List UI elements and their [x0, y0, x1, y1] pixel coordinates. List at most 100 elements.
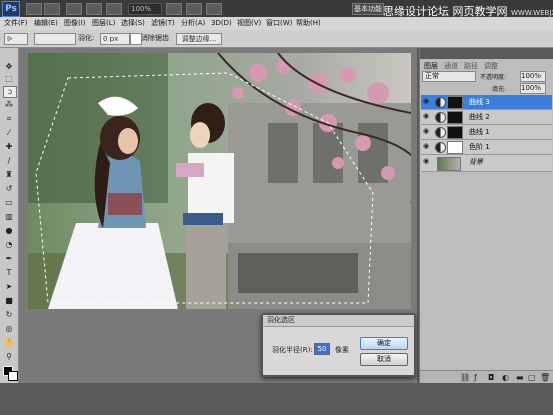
gradient-icon[interactable]: ▥ — [3, 212, 15, 222]
blend-mode-select[interactable]: 正常 — [422, 71, 476, 82]
document-image[interactable] — [28, 53, 411, 309]
visibility-eye-icon[interactable]: ◉ — [423, 158, 431, 165]
rotate-view-icon[interactable] — [166, 3, 182, 15]
menu-3d[interactable]: 3D(D) — [211, 17, 232, 30]
fill-input[interactable]: 100% — [520, 83, 546, 94]
feather-radius-input[interactable]: 50 — [314, 343, 330, 355]
lasso-icon[interactable]: ↄ — [3, 86, 17, 98]
layer-row[interactable]: ◉ 曲线 3 — [421, 95, 552, 110]
bridge-icon[interactable] — [26, 3, 42, 15]
eraser-icon[interactable]: ▭ — [3, 198, 15, 208]
menu-select[interactable]: 选择(S) — [121, 17, 145, 30]
blur-icon[interactable]: ● — [3, 226, 15, 236]
healing-icon[interactable]: ✚ — [3, 142, 15, 152]
layer-mask-thumbnail[interactable] — [447, 96, 463, 109]
visibility-eye-icon[interactable]: ◉ — [423, 113, 431, 120]
feather-input[interactable]: 0 px — [100, 33, 130, 45]
layer-row[interactable]: ◉ 色阶 1 — [421, 140, 552, 155]
options-bar: ᐅ 羽化: 0 px 消除锯齿 调整边缘... — [0, 30, 553, 48]
tools-panel: ✥ ⬚ ↄ ⁂ ⌗ ⁄ ✚ ∕ ♜ ↺ ▭ ▥ ● ◔ ✒ T ➤ ■ ↻ ◎ … — [0, 48, 19, 383]
menu-image[interactable]: 图像(I) — [64, 17, 86, 30]
menu-analysis[interactable]: 分析(A) — [181, 17, 205, 30]
layers-panel: 图层 通道 路径 调整 正常 不透明度: 100% 填充: 100% ◉ 曲线 … — [419, 48, 553, 384]
type-icon[interactable]: T — [3, 268, 15, 278]
feather-radius-label: 羽化半径(R): — [272, 346, 313, 354]
path-select-icon[interactable]: ➤ — [3, 282, 15, 292]
layer-name: 色阶 1 — [469, 143, 490, 151]
tab-layers[interactable]: 图层 — [424, 61, 438, 71]
layer-mask-thumbnail[interactable] — [447, 111, 463, 124]
menu-view[interactable]: 视图(V) — [237, 17, 261, 30]
pen-icon[interactable]: ✒ — [3, 254, 15, 264]
title-bar: Ps 100% 基本功能 思缘设计论坛 网页教学网 WWW.WEBJX.COM — [0, 0, 553, 18]
crop-icon[interactable]: ⌗ — [3, 114, 15, 124]
menu-bar: 文件(F) 编辑(E) 图像(I) 图层(L) 选择(S) 滤镜(T) 分析(A… — [0, 17, 553, 31]
opacity-input[interactable]: 100% — [520, 71, 546, 82]
fill-label: 填充: — [492, 86, 507, 93]
hand-icon[interactable]: ✋ — [3, 338, 15, 348]
screen-mode-icon[interactable] — [206, 3, 222, 15]
arrange-documents-icon[interactable] — [186, 3, 202, 15]
dodge-icon[interactable]: ◔ — [3, 240, 15, 250]
3d-orbit-icon[interactable]: ◎ — [3, 324, 15, 334]
marquee-icon[interactable]: ⬚ — [3, 74, 15, 84]
menu-filter[interactable]: 滤镜(T) — [151, 17, 175, 30]
workspace-switcher[interactable]: 基本功能 — [352, 3, 384, 15]
status-area — [0, 383, 553, 415]
quick-select-icon[interactable]: ⁂ — [3, 100, 15, 110]
layer-row[interactable]: ◉ 背景 — [421, 155, 552, 172]
cancel-button[interactable]: 取消 — [360, 353, 408, 366]
photoshop-logo: Ps — [2, 1, 20, 17]
curves-adjustment-icon — [435, 127, 446, 138]
tab-channels[interactable]: 通道 — [444, 61, 458, 71]
curves-adjustment-icon — [435, 97, 446, 108]
zoom-icon[interactable]: ⚲ — [3, 352, 15, 362]
eyedropper-icon[interactable]: ⁄ — [3, 128, 15, 138]
add-mask-icon[interactable]: ◘ — [488, 373, 494, 382]
zoom-tool-icon[interactable] — [106, 3, 122, 15]
menu-window[interactable]: 窗口(W) — [266, 17, 292, 30]
view-extras-icon[interactable] — [66, 3, 82, 15]
stamp-icon[interactable]: ♜ — [3, 170, 15, 180]
new-adjustment-icon[interactable]: ◐ — [502, 373, 509, 382]
selection-mode-buttons[interactable] — [34, 33, 76, 45]
ok-button[interactable]: 确定 — [360, 337, 408, 350]
history-brush-icon[interactable]: ↺ — [3, 184, 15, 194]
feather-selection-dialog: 羽化选区 羽化半径(R): 50 像素 确定 取消 — [261, 313, 416, 377]
tool-preset-picker[interactable]: ᐅ — [4, 33, 28, 45]
background-thumbnail[interactable] — [437, 157, 461, 171]
layer-mask-thumbnail[interactable] — [447, 126, 463, 139]
feather-label: 羽化: — [78, 34, 95, 42]
menu-edit[interactable]: 编辑(E) — [34, 17, 58, 30]
background-color-swatch[interactable] — [8, 371, 18, 381]
trash-icon[interactable]: 🗑 — [540, 373, 550, 382]
menu-file[interactable]: 文件(F) — [4, 17, 28, 30]
tab-adjustments[interactable]: 调整 — [484, 61, 498, 71]
opacity-label: 不透明度: — [480, 74, 507, 81]
layer-row[interactable]: ◉ 曲线 1 — [421, 125, 552, 140]
zoom-level[interactable]: 100% — [128, 3, 162, 15]
brush-icon[interactable]: ∕ — [3, 156, 15, 166]
new-group-icon[interactable]: ▬ — [516, 373, 524, 382]
tab-paths[interactable]: 路径 — [464, 61, 478, 71]
panel-header — [420, 48, 553, 59]
visibility-eye-icon[interactable]: ◉ — [423, 128, 431, 135]
feather-radius-unit: 像素 — [335, 346, 349, 354]
3d-rotate-icon[interactable]: ↻ — [3, 310, 15, 320]
layer-row[interactable]: ◉ 曲线 2 — [421, 110, 552, 125]
shape-icon[interactable]: ■ — [3, 296, 15, 306]
menu-help[interactable]: 帮助(H) — [296, 17, 321, 30]
levels-adjustment-icon — [435, 142, 446, 153]
mini-bridge-icon[interactable] — [44, 3, 60, 15]
move-icon[interactable]: ✥ — [3, 62, 15, 72]
layer-name: 曲线 2 — [469, 113, 490, 121]
layer-mask-thumbnail[interactable] — [447, 141, 463, 154]
fx-icon[interactable]: ƒ — [474, 373, 477, 382]
menu-layer[interactable]: 图层(L) — [92, 17, 115, 30]
new-layer-icon[interactable]: ▢ — [528, 373, 536, 382]
visibility-eye-icon[interactable]: ◉ — [423, 98, 431, 105]
link-layers-icon[interactable]: ⛓ — [460, 373, 470, 382]
refine-edge-button[interactable]: 调整边缘... — [176, 33, 222, 45]
visibility-eye-icon[interactable]: ◉ — [423, 143, 431, 150]
hand-tool-icon[interactable] — [86, 3, 102, 15]
